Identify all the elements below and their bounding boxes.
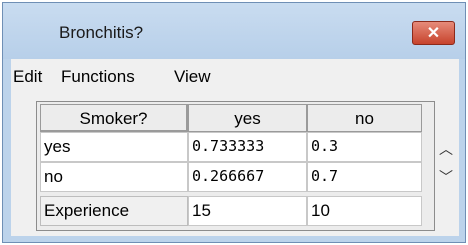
title-bar: Bronchitis? ✕ [3, 3, 465, 59]
menu-functions[interactable]: Functions [61, 67, 135, 87]
close-icon: ✕ [426, 25, 441, 42]
window-title: Bronchitis? [59, 23, 144, 42]
column-header-no[interactable]: no [307, 104, 422, 132]
menu-view[interactable]: View [174, 67, 211, 87]
parent-node-header[interactable]: Smoker? [40, 104, 188, 132]
experience-label: Experience [40, 196, 188, 226]
scroll-up-icon[interactable]: ︿ [436, 139, 456, 159]
probability-table: Smoker? yes no yes 0.733333 0.3 no 0.266… [36, 101, 435, 231]
cell-yes-no[interactable]: 0.3 [307, 132, 422, 162]
row-label-no[interactable]: no [40, 162, 188, 192]
row-label-yes[interactable]: yes [40, 132, 188, 162]
column-header-yes[interactable]: yes [188, 104, 307, 132]
menu-edit[interactable]: Edit [13, 67, 42, 87]
table-area: Smoker? yes no yes 0.733333 0.3 no 0.266… [11, 95, 459, 236]
cpt-window: Bronchitis? ✕ Edit Functions View Smoker… [2, 2, 466, 243]
experience-no[interactable]: 10 [307, 196, 422, 226]
cell-no-yes[interactable]: 0.266667 [188, 162, 307, 192]
menu-bar: Edit Functions View [11, 59, 459, 96]
close-button[interactable]: ✕ [412, 21, 455, 45]
scroll-down-icon[interactable]: ﹀ [436, 167, 456, 187]
cell-no-no[interactable]: 0.7 [307, 162, 422, 192]
cell-yes-yes[interactable]: 0.733333 [188, 132, 307, 162]
experience-yes[interactable]: 15 [188, 196, 307, 226]
